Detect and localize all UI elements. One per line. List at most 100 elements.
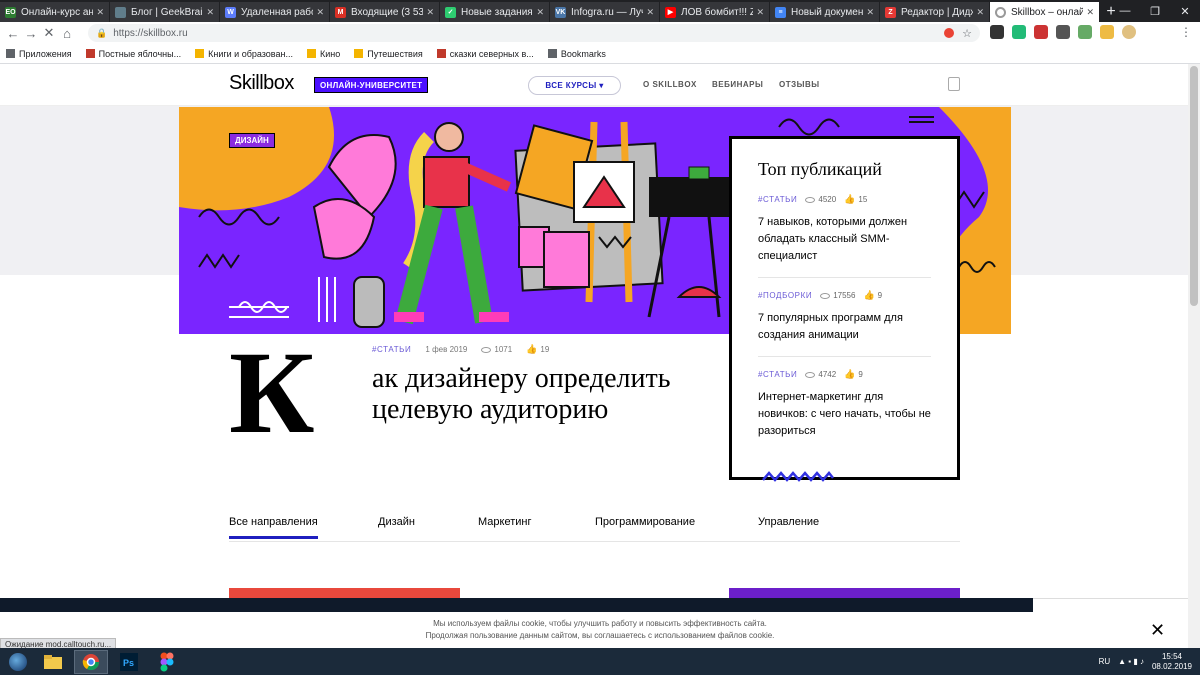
- url-field[interactable]: 🔒 https://skillbox.ru ☆: [88, 24, 980, 42]
- tab-close-icon[interactable]: ✕: [426, 7, 434, 18]
- publication-meta: #СТАТЬИ 4742 👍 9: [758, 369, 931, 380]
- minimize-button[interactable]: —: [1110, 0, 1140, 22]
- bookmark-item[interactable]: Кино: [306, 49, 340, 59]
- top-publication-item[interactable]: #СТАТЬИ 4742 👍 9 Интернет-маркетинг для нови…: [758, 369, 931, 452]
- cookie-close-button[interactable]: ✕: [1150, 621, 1165, 639]
- close-window-button[interactable]: ✕: [1170, 0, 1200, 22]
- browser-tab[interactable]: ▶ ЛОВ бомбит!!! ZAP✕: [660, 2, 769, 22]
- extension-icon[interactable]: [1056, 25, 1070, 39]
- article-likes: 👍 19: [526, 344, 549, 355]
- page-scrollbar-thumb[interactable]: [1190, 66, 1198, 306]
- forward-button[interactable]: →: [22, 26, 40, 41]
- tab-close-icon[interactable]: ✕: [976, 7, 984, 18]
- tab-close-icon[interactable]: ✕: [316, 7, 324, 18]
- login-lock-icon[interactable]: [948, 77, 960, 91]
- top-publication-item[interactable]: #ПОДБОРКИ 17556 👍 9 7 популярных программ дл…: [758, 290, 931, 357]
- back-button[interactable]: ←: [4, 26, 22, 41]
- browser-menu-icon[interactable]: ⋮: [1180, 25, 1192, 39]
- all-courses-button[interactable]: ВСЕ КУРСЫ ▾: [528, 76, 621, 95]
- article-tag[interactable]: #СТАТЬИ: [372, 345, 411, 354]
- tab-design[interactable]: Дизайн: [378, 516, 415, 536]
- bookmark-item[interactable]: Книги и образован...: [195, 49, 293, 59]
- tab-marketing[interactable]: Маркетинг: [478, 516, 531, 536]
- star-icon: [547, 49, 557, 58]
- bookmark-item[interactable]: Bookmarks: [547, 49, 606, 59]
- browser-tab[interactable]: Skillbox – онлайн-у✕: [990, 2, 1099, 22]
- tab-close-icon[interactable]: ✕: [206, 7, 214, 18]
- tab-all-directions[interactable]: Все направления: [229, 516, 318, 539]
- publication-likes-count: 9: [858, 370, 863, 379]
- tab-label: Новый документ -: [791, 6, 864, 18]
- eye-icon: [481, 346, 492, 353]
- chrome-taskbar-button[interactable]: [74, 649, 108, 674]
- tray-icons[interactable]: ▲ ▪ ▮ ♪: [1118, 657, 1144, 666]
- extension-icon[interactable]: [1078, 25, 1092, 39]
- article-title[interactable]: ак дизайнеру определить целевую аудитори…: [372, 363, 702, 425]
- nav-about[interactable]: О SKILLBOX: [643, 80, 697, 89]
- browser-tab[interactable]: ✓ Новые задания ✕: [440, 2, 549, 22]
- clock[interactable]: 15:54 08.02.2019: [1152, 652, 1192, 672]
- thumbs-up-icon: 👍: [863, 290, 875, 300]
- online-university-badge[interactable]: ОНЛАЙН-УНИВЕРСИТЕТ: [314, 77, 429, 93]
- tab-management[interactable]: Управление: [758, 516, 819, 536]
- start-button[interactable]: [4, 650, 32, 674]
- browser-tab[interactable]: ≡ Новый документ -✕: [770, 2, 879, 22]
- extension-icon[interactable]: [1100, 25, 1114, 39]
- tab-close-icon[interactable]: ✕: [646, 7, 654, 18]
- bookmark-item[interactable]: Постные яблочны...: [85, 49, 181, 59]
- publication-views-count: 17556: [833, 291, 856, 300]
- explorer-taskbar-button[interactable]: [36, 650, 70, 674]
- profile-avatar-icon[interactable]: [1122, 25, 1136, 39]
- publication-likes-count: 9: [877, 291, 883, 300]
- browser-tab[interactable]: EO Онлайн-курс англ✕: [0, 2, 109, 22]
- clock-date: 08.02.2019: [1151, 661, 1192, 671]
- tab-label: Infogra.ru — Лучши: [571, 6, 643, 18]
- photoshop-taskbar-button[interactable]: Ps: [112, 650, 146, 674]
- publication-tag[interactable]: #ПОДБОРКИ: [758, 291, 812, 300]
- publication-title[interactable]: 7 навыков, которыми должен обладать клас…: [758, 214, 931, 265]
- stop-loading-button[interactable]: ✕: [40, 25, 58, 41]
- top-publication-item[interactable]: #СТАТЬИ 4520 👍 15 7 навыков, которыми должен…: [758, 194, 931, 278]
- nav-reviews[interactable]: ОТЗЫВЫ: [779, 80, 820, 89]
- extension-icon[interactable]: [1012, 25, 1026, 39]
- eye-icon: [805, 371, 816, 378]
- publication-tag[interactable]: #СТАТЬИ: [758, 195, 797, 204]
- bookmark-item[interactable]: сказки северных в...: [436, 49, 534, 59]
- url-text: https://skillbox.ru: [113, 27, 188, 39]
- browser-tab[interactable]: M Входящие (3 535) -✕: [330, 2, 439, 22]
- publication-views-count: 4742: [818, 370, 837, 379]
- home-button[interactable]: ⌂: [58, 26, 76, 41]
- tab-close-icon[interactable]: ✕: [1086, 7, 1094, 18]
- bookmark-star-icon[interactable]: ☆: [962, 27, 972, 40]
- bookmark-item[interactable]: Путешествия: [354, 49, 423, 59]
- extension-icon[interactable]: [990, 25, 1004, 39]
- skillbox-logo[interactable]: Skillbox: [229, 72, 294, 95]
- cookie-message-line2: Продолжая пользование данным сайтом, вы …: [425, 631, 775, 640]
- folder-icon: [195, 49, 205, 58]
- figma-taskbar-button[interactable]: [150, 650, 184, 674]
- maximize-button[interactable]: ❐: [1140, 0, 1170, 22]
- publication-tag[interactable]: #СТАТЬИ: [758, 370, 797, 379]
- nav-webinars[interactable]: ВЕБИНАРЫ: [712, 80, 763, 89]
- tab-programming[interactable]: Программирование: [595, 516, 695, 536]
- extension-badge-icon[interactable]: [944, 28, 954, 38]
- bookmark-item[interactable]: Приложения: [6, 49, 72, 59]
- folder-icon: [306, 49, 316, 58]
- browser-tab[interactable]: Z Редактор | Диджит✕: [880, 2, 989, 22]
- tab-close-icon[interactable]: ✕: [866, 7, 874, 18]
- lock-icon: 🔒: [96, 27, 108, 38]
- publication-title[interactable]: Интернет-маркетинг для новичков: с чего …: [758, 389, 931, 440]
- browser-tab[interactable]: Блог | GeekBrains -✕: [110, 2, 219, 22]
- tab-close-icon[interactable]: ✕: [756, 7, 764, 18]
- browser-tab[interactable]: W Удаленная работа р✕: [220, 2, 329, 22]
- extension-icon[interactable]: [1034, 25, 1048, 39]
- browser-tab[interactable]: VK Infogra.ru — Лучши✕: [550, 2, 659, 22]
- category-badge[interactable]: ДИЗАЙН: [229, 133, 275, 148]
- language-indicator[interactable]: RU: [1099, 657, 1111, 666]
- tab-close-icon[interactable]: ✕: [96, 7, 104, 18]
- publication-likes: 👍 9: [844, 369, 863, 380]
- tab-label: Skillbox – онлайн-у: [1011, 6, 1084, 18]
- tab-label: Новые задания: [461, 6, 533, 18]
- tab-close-icon[interactable]: ✕: [536, 7, 544, 18]
- publication-title[interactable]: 7 популярных программ для создания анима…: [758, 310, 931, 344]
